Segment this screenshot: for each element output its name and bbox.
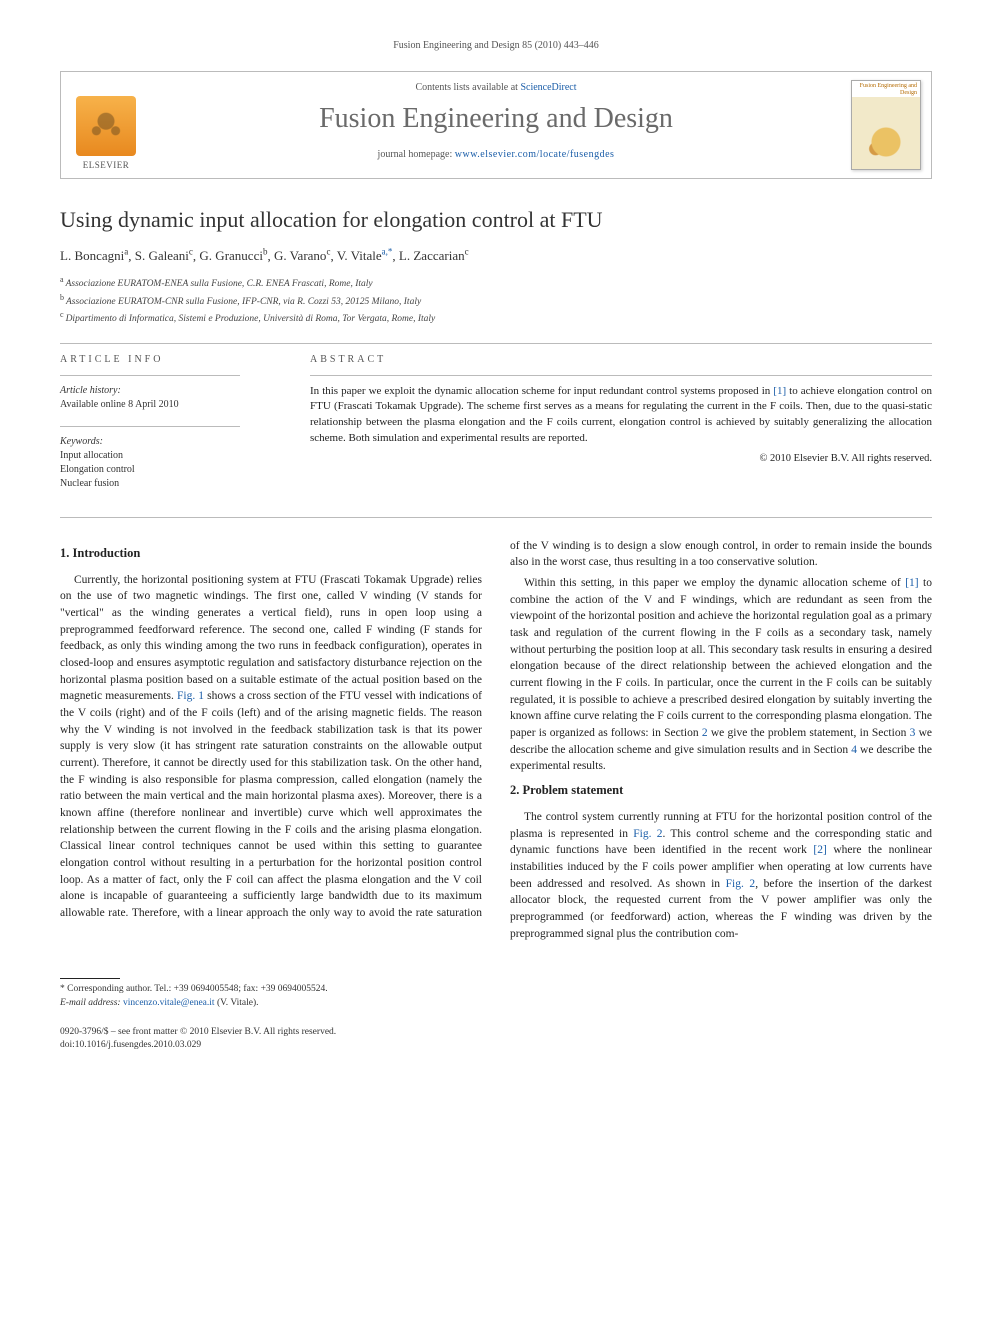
author: L. Boncagnia [60,248,128,263]
footnotes: * Corresponding author. Tel.: +39 069400… [60,972,479,1010]
divider [60,517,932,518]
author: G. Varanoc [274,248,330,263]
email-footnote: E-mail address: vincenzo.vitale@enea.it … [60,997,479,1010]
corresponding-author-link[interactable]: a,* [382,247,393,257]
journal-homepage-link[interactable]: www.elsevier.com/locate/fusengdes [455,149,615,160]
doi-line: doi:10.1016/j.fusengdes.2010.03.029 [60,1039,932,1052]
author: G. Granuccib [199,248,267,263]
elsevier-tree-icon [76,96,136,156]
running-head: Fusion Engineering and Design 85 (2010) … [60,40,932,51]
article-history: Article history: Available online 8 Apri… [60,384,280,412]
journal-cover-thumbnail: Fusion Engineering and Design [851,80,921,170]
journal-cover-block: Fusion Engineering and Design [841,72,931,178]
divider [60,343,932,344]
body-paragraph: The control system currently running at … [510,809,932,942]
citation-link[interactable]: [1] [905,577,918,589]
article-info-column: article info Article history: Available … [60,354,280,505]
keywords-label: Keywords: [60,435,280,449]
affiliations: aAssociazione EURATOM-ENEA sulla Fusione… [60,274,932,326]
journal-masthead: ELSEVIER Contents lists available at Sci… [60,71,932,179]
corresponding-author-footnote: * Corresponding author. Tel.: +39 069400… [60,983,479,996]
author: L. Zaccarianc [399,248,469,263]
keywords-block: Keywords: Input allocation Elongation co… [60,435,280,491]
affiliation: aAssociazione EURATOM-ENEA sulla Fusione… [60,274,932,291]
homepage-prefix: journal homepage: [378,149,455,160]
affiliation: bAssociazione EURATOM-CNR sulla Fusione,… [60,292,932,309]
abstract-text: In this paper we exploit the dynamic all… [310,384,932,448]
citation-link[interactable]: [1] [773,385,786,397]
abstract-head: abstract [310,354,932,365]
email-link[interactable]: vincenzo.vitale@enea.it [123,998,215,1008]
abstract-column: abstract In this paper we exploit the dy… [310,354,932,505]
publisher-block: ELSEVIER [61,72,151,178]
contents-list-line: Contents lists available at ScienceDirec… [159,82,833,93]
section-heading: 1. Introduction [60,544,482,562]
author-list: L. Boncagnia, S. Galeanic, G. Granuccib,… [60,247,932,264]
footnote-rule [60,978,120,979]
figure-link[interactable]: Fig. 2 [726,878,756,890]
bottom-metadata: 0920-3796/$ – see front matter © 2010 El… [60,1026,932,1053]
sciencedirect-link[interactable]: ScienceDirect [520,82,576,93]
body-paragraph: Within this setting, in this paper we em… [510,575,932,775]
figure-link[interactable]: Fig. 1 [177,690,204,702]
abstract-copyright: © 2010 Elsevier B.V. All rights reserved… [310,453,932,464]
keyword: Elongation control [60,463,280,477]
section-heading: 2. Problem statement [510,781,932,799]
author: S. Galeanic [135,248,193,263]
publisher-name: ELSEVIER [83,160,130,170]
article-info-head: article info [60,354,280,365]
journal-cover-label: Fusion Engineering and Design [855,83,917,96]
history-line: Available online 8 April 2010 [60,398,280,412]
keyword: Input allocation [60,449,280,463]
affiliation: cDipartimento di Informatica, Sistemi e … [60,309,932,326]
article-body: 1. Introduction Currently, the horizonta… [60,538,932,943]
journal-title: Fusion Engineering and Design [159,103,833,135]
journal-homepage-line: journal homepage: www.elsevier.com/locat… [159,149,833,160]
history-label: Article history: [60,384,280,398]
keyword: Nuclear fusion [60,477,280,491]
citation-link[interactable]: [2] [813,844,826,856]
issn-copyright-line: 0920-3796/$ – see front matter © 2010 El… [60,1026,932,1039]
author corresponding-author: V. Vitalea,* [337,248,393,263]
article-title: Using dynamic input allocation for elong… [60,207,932,233]
contents-prefix: Contents lists available at [415,82,520,93]
figure-link[interactable]: Fig. 2 [633,828,662,840]
